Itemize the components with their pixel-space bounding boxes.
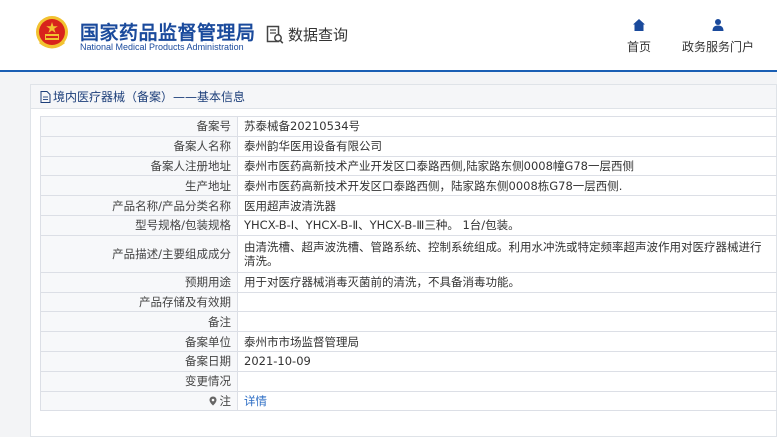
panel-title-bar: 境内医疗器械（备案）——基本信息 (31, 85, 776, 109)
document-icon (40, 90, 51, 103)
table-row: 生产地址 泰州市医药高新技术开发区口泰路西侧，陆家路东侧0008栋G78一层西侧… (40, 175, 777, 197)
data-query-link[interactable]: 数据查询 (266, 24, 348, 45)
field-label: 产品描述/主要组成成分 (40, 234, 238, 273)
table-row: 变更情况 (40, 370, 777, 392)
field-value: 由清洗槽、超声波洗槽、管路系统、控制系统组成。利用水冲洗或特定频率超声波作用对医… (237, 234, 777, 273)
location-pin-icon (209, 396, 216, 406)
field-value: 泰州市医药高新技术产业开发区口泰路西侧,陆家路东侧0008幢G78一层西侧 (237, 155, 777, 177)
field-label: 产品名称/产品分类名称 (40, 195, 238, 216)
note-label-text: 注 (219, 393, 232, 408)
field-label: 产品存储及有效期 (40, 291, 238, 313)
field-label: 备注 (40, 311, 238, 333)
field-value (237, 311, 777, 333)
field-value (237, 291, 777, 313)
record-detail-panel: 境内医疗器械（备案）——基本信息 备案号 苏泰械备20210534号 备案人名称… (30, 84, 777, 437)
field-value: 用于对医疗器械消毒灭菌前的清洗，不具备消毒功能。 (237, 271, 777, 293)
details-link[interactable]: 详情 (244, 394, 267, 408)
table-row: 型号规格/包装规格 YHCX-B-Ⅰ、YHCX-B-Ⅱ、YHCX-B-Ⅲ三种。 … (40, 214, 777, 236)
document-search-icon (266, 25, 284, 44)
user-icon (712, 19, 724, 31)
table-row: 预期用途 用于对医疗器械消毒灭菌前的清洗，不具备消毒功能。 (40, 271, 777, 293)
nav-service-portal-label: 政务服务门户 (682, 40, 755, 54)
org-name-en[interactable]: National Medical Products Administration (80, 42, 244, 52)
field-label: 备案人名称 (40, 135, 238, 157)
table-row: 产品名称/产品分类名称 医用超声波清洗器 (40, 195, 777, 216)
national-emblem-icon[interactable] (34, 14, 70, 52)
table-row: 产品描述/主要组成成分 由清洗槽、超声波洗槽、管路系统、控制系统组成。利用水冲洗… (40, 234, 777, 273)
field-label: 备案日期 (40, 350, 238, 372)
field-value: 详情 (237, 390, 777, 412)
site-header: 国家药品监督管理局 National Medical Products Admi… (0, 0, 777, 70)
field-value: 医用超声波清洗器 (237, 195, 777, 216)
table-row: 备案单位 泰州市市场监督管理局 (40, 331, 777, 352)
field-label: 变更情况 (40, 370, 238, 392)
field-label: 备案单位 (40, 331, 238, 352)
field-value (237, 370, 777, 392)
field-value: 泰州韵华医用设备有限公司 (237, 135, 777, 157)
field-label: 生产地址 (40, 175, 238, 197)
table-row: 产品存储及有效期 (40, 291, 777, 313)
field-label: 型号规格/包装规格 (40, 214, 238, 236)
table-row: 备注 (40, 311, 777, 333)
note-field-label: 注 (40, 390, 238, 412)
field-value: 泰州市市场监督管理局 (237, 331, 777, 352)
nav-home-label: 首页 (627, 40, 652, 54)
data-query-label: 数据查询 (288, 26, 349, 44)
home-icon (633, 19, 645, 31)
nav-home[interactable]: 首页 (627, 18, 651, 55)
table-row: 备案号 苏泰械备20210534号 (40, 116, 777, 137)
field-label: 预期用途 (40, 271, 238, 293)
nav-service-portal[interactable]: 政务服务门户 (682, 18, 754, 55)
record-info-table: 备案号 苏泰械备20210534号 备案人名称 泰州韵华医用设备有限公司 备案人… (40, 116, 777, 412)
field-value: 泰州市医药高新技术开发区口泰路西侧，陆家路东侧0008栋G78一层西侧. (237, 175, 777, 197)
field-label: 备案人注册地址 (40, 155, 238, 177)
field-value: 2021-10-09 (237, 350, 777, 372)
table-row: 注 详情 (40, 390, 777, 412)
field-value: YHCX-B-Ⅰ、YHCX-B-Ⅱ、YHCX-B-Ⅲ三种。 1台/包装。 (237, 214, 777, 236)
panel-title: 境内医疗器械（备案）——基本信息 (53, 90, 246, 104)
field-label: 备案号 (40, 116, 238, 137)
field-value: 苏泰械备20210534号 (237, 116, 777, 137)
table-row: 备案人注册地址 泰州市医药高新技术产业开发区口泰路西侧,陆家路东侧0008幢G7… (40, 155, 777, 177)
table-row: 备案人名称 泰州韵华医用设备有限公司 (40, 135, 777, 157)
org-name-cn[interactable]: 国家药品监督管理局 (80, 18, 256, 45)
table-row: 备案日期 2021-10-09 (40, 350, 777, 372)
